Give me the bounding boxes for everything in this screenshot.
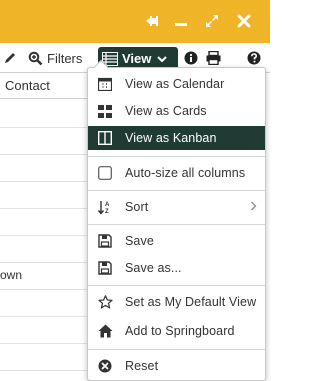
save-as-icon <box>97 260 113 276</box>
minimize-icon[interactable] <box>172 12 190 30</box>
column-header-contact[interactable]: Contact <box>0 73 90 99</box>
filters-button[interactable]: Filters <box>28 49 82 67</box>
filters-label: Filters <box>47 50 83 66</box>
close-icon[interactable] <box>235 12 253 30</box>
svg-text:A: A <box>105 202 110 208</box>
row-divider <box>0 235 90 236</box>
menu-item-save-as[interactable]: Save as... <box>88 256 265 280</box>
menu-item-view-as-calendar[interactable]: View as Calendar <box>88 72 265 96</box>
pin-icon[interactable] <box>143 12 161 30</box>
calendar-icon <box>97 76 113 92</box>
chevron-right-icon <box>250 200 257 214</box>
print-icon[interactable] <box>206 49 221 67</box>
row-divider <box>0 181 90 182</box>
menu-separator <box>88 190 265 191</box>
menu-separator <box>88 349 265 350</box>
row-divider <box>0 316 90 317</box>
menu-item-reset[interactable]: Reset <box>88 354 265 378</box>
view-menu-label: View <box>122 51 152 66</box>
menu-item-auto-size-columns[interactable]: Auto-size all columns <box>88 161 265 185</box>
expand-icon[interactable] <box>203 12 221 30</box>
checkbox-icon <box>97 165 113 181</box>
svg-text:Z: Z <box>105 209 109 215</box>
row-divider <box>0 154 90 155</box>
star-icon <box>97 294 113 310</box>
save-icon <box>97 233 113 249</box>
home-icon <box>97 323 113 339</box>
chevron-down-icon <box>157 55 168 62</box>
table-cell[interactable]: own <box>0 268 22 282</box>
title-bar <box>0 0 270 43</box>
row-divider <box>0 262 90 263</box>
zoom-icon <box>28 51 43 65</box>
row-divider <box>0 289 90 290</box>
row-divider <box>0 208 90 209</box>
kanban-icon <box>97 130 113 146</box>
reset-icon <box>97 358 113 374</box>
help-icon[interactable] <box>247 49 261 67</box>
menu-item-add-to-springboard[interactable]: Add to Springboard <box>88 319 265 343</box>
menu-item-view-as-cards[interactable]: View as Cards <box>88 99 265 123</box>
menu-separator <box>88 156 265 157</box>
menu-separator <box>88 285 265 286</box>
view-dropdown-menu: View as Calendar View as Cards View as K… <box>87 59 266 381</box>
row-divider <box>0 343 90 344</box>
row-divider <box>0 127 90 128</box>
menu-item-view-as-kanban[interactable]: View as Kanban <box>88 126 265 150</box>
sort-az-icon: AZ <box>97 199 113 215</box>
cards-icon <box>97 103 113 119</box>
menu-item-save[interactable]: Save <box>88 229 265 253</box>
row-divider <box>0 370 90 371</box>
menu-item-sort[interactable]: AZ Sort <box>88 195 265 219</box>
menu-separator <box>88 224 265 225</box>
menu-item-set-default-view[interactable]: Set as My Default View <box>88 290 265 314</box>
info-icon[interactable] <box>184 49 198 67</box>
edit-icon[interactable] <box>3 49 17 67</box>
